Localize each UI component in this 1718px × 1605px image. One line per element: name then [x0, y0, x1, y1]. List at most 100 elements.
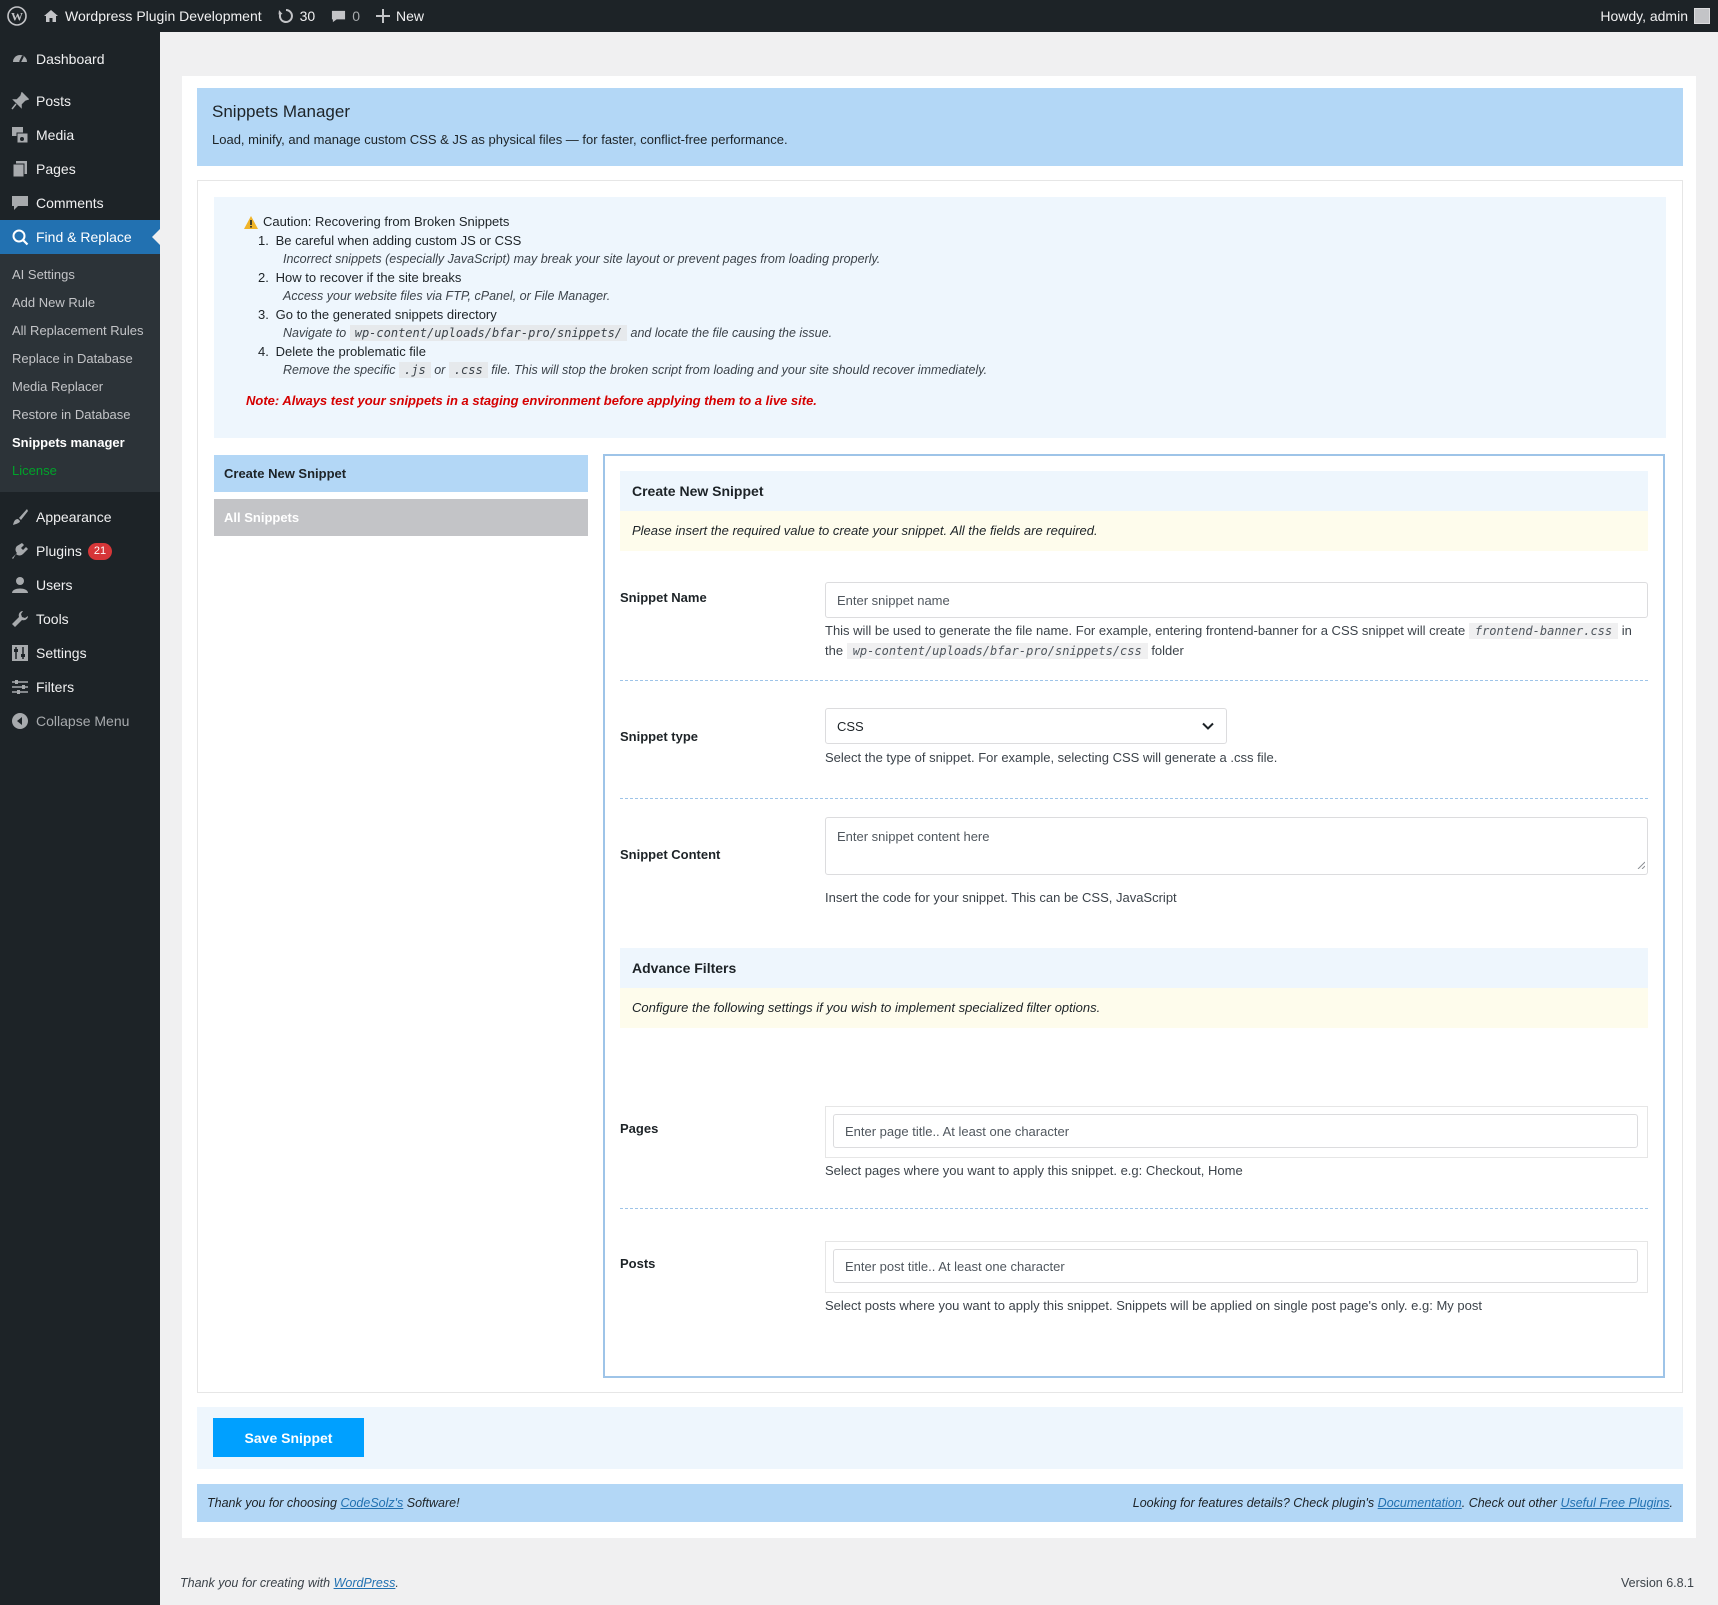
codesolz-link[interactable]: CodeSolz's [340, 1496, 403, 1510]
home-icon [43, 8, 59, 24]
menu-comments[interactable]: Comments [0, 186, 160, 220]
footer-right: Looking for features details? Check plug… [1133, 1496, 1673, 1510]
my-account-link[interactable]: Howdy, admin [1600, 8, 1718, 24]
free-plugins-link[interactable]: Useful Free Plugins [1560, 1496, 1669, 1510]
advance-filters-title: Advance Filters [620, 948, 1648, 988]
menu-plugins[interactable]: Plugins 21 [0, 534, 160, 568]
snippet-content-textarea[interactable]: Enter snippet content here [825, 817, 1648, 875]
menu-label: Appearance [36, 509, 112, 525]
tab-all-snippets[interactable]: All Snippets [214, 499, 588, 536]
wordpress-logo-icon: W [7, 6, 27, 26]
detail-text: file. This will stop the broken script f… [491, 363, 988, 377]
snippets-panel: Caution: Recovering from Broken Snippets… [197, 180, 1683, 1393]
pages-icon [10, 159, 30, 179]
snippet-type-description: Select the type of snippet. For example,… [825, 750, 1278, 765]
create-snippet-form: Create New Snippet Please insert the req… [603, 454, 1665, 1378]
new-content-link[interactable]: New [368, 0, 432, 32]
menu-label: Pages [36, 161, 76, 177]
site-name: Wordpress Plugin Development [65, 8, 262, 24]
resize-handle-icon[interactable] [1637, 857, 1646, 872]
warning-icon [244, 215, 258, 229]
wp-logo-button[interactable]: W [0, 0, 35, 32]
posts-description: Select posts where you want to apply thi… [825, 1298, 1482, 1313]
step-number: 4. [258, 343, 269, 359]
section-title: Create New Snippet [620, 471, 1648, 511]
tab-create-new-snippet[interactable]: Create New Snippet [214, 455, 588, 492]
pages-search-input[interactable]: Enter page title.. At least one characte… [833, 1114, 1638, 1148]
page-title: Snippets Manager [212, 102, 350, 121]
submenu-add-new-rule[interactable]: Add New Rule [0, 289, 160, 317]
step-title: How to recover if the site breaks [275, 269, 462, 285]
step-number: 2. [258, 269, 269, 285]
step-title: Be careful when adding custom JS or CSS [275, 232, 522, 248]
caution-step: 2. How to recover if the site breaks Acc… [258, 269, 1650, 306]
submenu-all-replacement-rules[interactable]: All Replacement Rules [0, 317, 160, 345]
site-name-link[interactable]: Wordpress Plugin Development [35, 0, 270, 32]
menu-filters[interactable]: Filters [0, 670, 160, 704]
detail-text: Remove the specific [283, 363, 396, 377]
media-icon [10, 125, 30, 145]
updates-link[interactable]: 30 [270, 0, 324, 32]
documentation-link[interactable]: Documentation [1378, 1496, 1462, 1510]
admin-bar: W Wordpress Plugin Development 30 0 New … [0, 0, 1718, 32]
main-content: Snippets Manager Load, minify, and manag… [182, 76, 1696, 1538]
plugin-icon [10, 541, 30, 561]
plugin-footer: Thank you for choosing CodeSolz's Softwa… [197, 1484, 1683, 1522]
menu-users[interactable]: Users [0, 568, 160, 602]
step-number: 3. [258, 306, 269, 322]
footer-text: . [1669, 1496, 1673, 1510]
menu-pages[interactable]: Pages [0, 152, 160, 186]
step-title: Delete the problematic file [275, 343, 426, 359]
collapse-menu-button[interactable]: Collapse Menu [0, 704, 160, 738]
comments-link[interactable]: 0 [323, 0, 368, 32]
filter-sliders-icon [10, 677, 30, 697]
snippet-name-description: This will be used to generate the file n… [825, 621, 1648, 661]
menu-media[interactable]: Media [0, 118, 160, 152]
posts-field-wrapper: Enter post title.. At least one characte… [825, 1241, 1648, 1293]
footer-text: Thank you for choosing [207, 1496, 337, 1510]
snippet-content-description: Insert the code for your snippet. This c… [825, 890, 1177, 905]
search-replace-icon [10, 227, 30, 247]
caution-step: 3. Go to the generated snippets director… [258, 306, 1650, 343]
submenu-snippets-manager[interactable]: Snippets manager [0, 429, 160, 457]
posts-search-input[interactable]: Enter post title.. At least one characte… [833, 1249, 1638, 1283]
menu-appearance[interactable]: Appearance [0, 500, 160, 534]
menu-label: Settings [36, 645, 87, 661]
divider [620, 1208, 1648, 1209]
snippet-type-select[interactable]: CSS [825, 708, 1227, 744]
menu-label: Dashboard [36, 51, 105, 67]
menu-tools[interactable]: Tools [0, 602, 160, 636]
pushpin-icon [10, 91, 30, 111]
menu-dashboard[interactable]: Dashboard [0, 42, 160, 76]
js-extension-code: .js [399, 362, 431, 378]
example-folder-code: wp-content/uploads/bfar-pro/snippets/css [846, 643, 1148, 659]
pages-label: Pages [620, 1121, 659, 1136]
pages-field-wrapper: Enter page title.. At least one characte… [825, 1106, 1648, 1158]
caution-step: 4. Delete the problematic file Remove th… [258, 343, 1650, 380]
submenu-ai-settings[interactable]: AI Settings [0, 261, 160, 289]
submenu-media-replacer[interactable]: Media Replacer [0, 373, 160, 401]
save-snippet-button[interactable]: Save Snippet [213, 1418, 364, 1457]
divider [620, 680, 1648, 681]
settings-sliders-icon [10, 643, 30, 663]
submenu-restore-in-database[interactable]: Restore in Database [0, 401, 160, 429]
snippet-name-input[interactable]: Enter snippet name [825, 582, 1648, 618]
plus-icon [376, 9, 390, 23]
advance-filters-note: Configure the following settings if you … [620, 988, 1648, 1028]
menu-find-replace[interactable]: Find & Replace [0, 220, 161, 254]
menu-label: Media [36, 127, 75, 143]
footer-text: Looking for features details? Check plug… [1132, 1496, 1375, 1510]
menu-label: Tools [36, 611, 69, 627]
menu-settings[interactable]: Settings [0, 636, 160, 670]
submenu-replace-in-database[interactable]: Replace in Database [0, 345, 160, 373]
menu-label: Collapse Menu [36, 713, 130, 729]
footer-text: . [395, 1576, 399, 1590]
submenu-license[interactable]: License [0, 457, 160, 485]
menu-posts[interactable]: Posts [0, 84, 160, 118]
wordpress-link[interactable]: WordPress [334, 1576, 396, 1590]
menu-label: Plugins [36, 543, 82, 559]
chevron-down-icon [1202, 719, 1214, 734]
user-icon [10, 575, 30, 595]
staging-note: Note: Always test your snippets in a sta… [246, 392, 817, 408]
step-number: 1. [258, 232, 269, 248]
